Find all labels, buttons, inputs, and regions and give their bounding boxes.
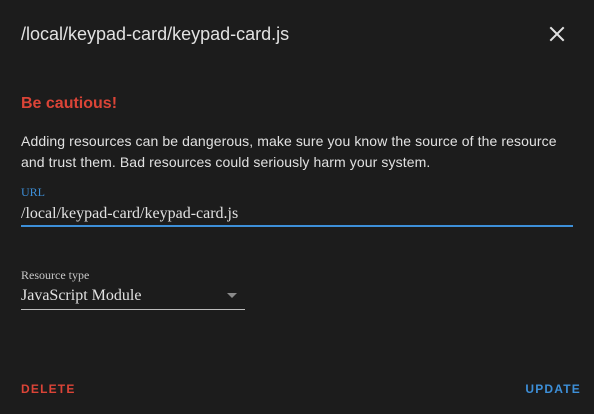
resource-type-select[interactable]: Resource type JavaScript Module xyxy=(21,266,245,310)
update-button[interactable]: UPDATE xyxy=(525,382,581,396)
delete-button[interactable]: DELETE xyxy=(21,382,76,396)
dropdown-arrow-icon xyxy=(227,293,237,298)
resource-type-underline xyxy=(21,309,245,310)
close-button[interactable] xyxy=(545,22,569,46)
resource-type-label: Resource type xyxy=(21,268,90,282)
warning-text: Adding resources can be dangerous, make … xyxy=(21,133,557,170)
edit-resource-dialog: /local/keypad-card/keypad-card.js Be cau… xyxy=(0,0,594,414)
close-icon xyxy=(545,22,569,46)
url-input[interactable] xyxy=(21,203,573,225)
warning-title: Be cautious! xyxy=(21,95,118,112)
url-field[interactable]: URL xyxy=(21,183,573,227)
resource-type-value: JavaScript Module xyxy=(21,287,142,304)
url-label: URL xyxy=(21,185,45,199)
dialog-title: /local/keypad-card/keypad-card.js xyxy=(21,24,290,44)
url-underline xyxy=(21,225,573,227)
